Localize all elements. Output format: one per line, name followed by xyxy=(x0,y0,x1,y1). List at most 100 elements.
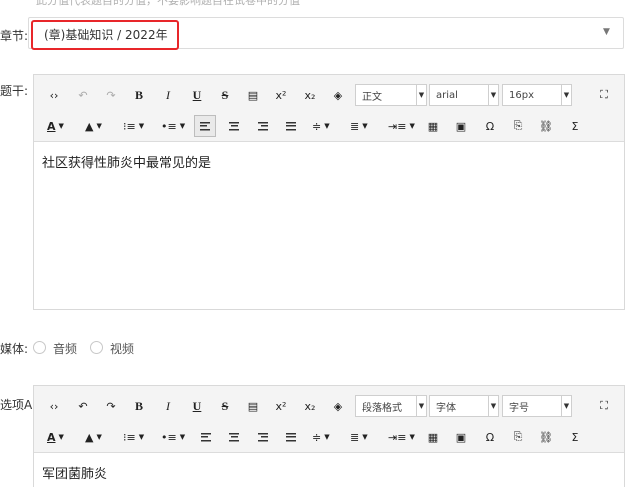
table-icon[interactable]: ▦ xyxy=(424,426,442,448)
special-chars-icon[interactable]: Ω xyxy=(481,426,499,448)
align-right-icon xyxy=(258,121,268,131)
image-icon[interactable]: ▣ xyxy=(452,115,470,137)
option-a-label: 选项A: xyxy=(0,398,37,412)
bold-icon[interactable]: B xyxy=(130,84,148,106)
eraser-icon[interactable]: ◈ xyxy=(329,84,347,106)
align-justify-icon xyxy=(286,121,296,131)
paragraph-spacing-icon: ≣ xyxy=(350,430,360,444)
superscript-icon[interactable]: x² xyxy=(272,84,290,106)
line-height-button[interactable]: ≑ ▼ xyxy=(310,115,332,137)
align-center-icon xyxy=(229,121,239,131)
redo-icon[interactable]: ↷ xyxy=(102,395,120,417)
strikethrough-icon[interactable]: S xyxy=(216,84,234,106)
ordered-list-icon: ⁝≡ xyxy=(123,430,136,444)
eraser-icon[interactable]: ◈ xyxy=(329,395,347,417)
underline-icon[interactable]: U xyxy=(188,395,206,417)
background-color-button[interactable]: ▲ ▼ xyxy=(83,115,104,137)
chevron-down-icon: ▼ xyxy=(416,396,426,416)
font-color-button[interactable]: A ▼ xyxy=(45,115,66,137)
align-left-button[interactable] xyxy=(194,115,216,137)
align-center-button[interactable] xyxy=(225,115,243,137)
radio-video[interactable] xyxy=(90,341,103,354)
underline-icon[interactable]: U xyxy=(188,84,206,106)
font-color-icon: A xyxy=(47,430,56,444)
source-code-icon[interactable]: ‹› xyxy=(45,395,63,417)
font-family-select[interactable]: 字体 ▼ xyxy=(429,395,499,417)
align-left-button[interactable] xyxy=(197,426,215,448)
strikethrough-icon[interactable]: S xyxy=(216,395,234,417)
paragraph-spacing-button[interactable]: ≣ ▼ xyxy=(348,115,370,137)
font-color-button[interactable]: A ▼ xyxy=(45,426,66,448)
link-icon[interactable]: ⛓ xyxy=(537,426,555,448)
align-justify-button[interactable] xyxy=(282,115,300,137)
font-size-select[interactable]: 16px ▼ xyxy=(502,84,572,106)
blockquote-icon[interactable]: ▤ xyxy=(244,395,262,417)
italic-icon[interactable]: I xyxy=(159,84,177,106)
ordered-list-button[interactable]: ⁝≡ ▼ xyxy=(121,426,146,448)
line-height-icon: ≑ xyxy=(312,119,322,133)
paste-icon[interactable]: ⎘ xyxy=(509,426,527,448)
chevron-down-icon: ▼ xyxy=(488,85,498,105)
radio-audio-label[interactable]: 音频 xyxy=(53,340,77,357)
paragraph-format-select[interactable]: 正文 ▼ xyxy=(355,84,427,106)
paragraph-format-select[interactable]: 段落格式 ▼ xyxy=(355,395,427,417)
blockquote-icon[interactable]: ▤ xyxy=(244,84,262,106)
bold-icon[interactable]: B xyxy=(130,395,148,417)
paragraph-spacing-button[interactable]: ≣ ▼ xyxy=(348,426,370,448)
redo-icon[interactable]: ↷ xyxy=(102,84,120,106)
align-right-button[interactable] xyxy=(254,115,272,137)
indent-icon: ⇥≡ xyxy=(388,119,407,133)
stem-content[interactable]: 社区获得性肺炎中最常见的是 xyxy=(34,142,624,181)
indent-icon: ⇥≡ xyxy=(388,430,407,444)
undo-icon[interactable]: ↶ xyxy=(74,84,92,106)
fullscreen-icon[interactable]: ⛶ xyxy=(595,84,613,106)
align-left-icon xyxy=(200,121,210,131)
font-family-select[interactable]: arial ▼ xyxy=(429,84,499,106)
font-size-value: 16px xyxy=(509,89,534,101)
option-a-editor: ‹› ↶ ↷ B I U S ▤ x² x₂ ◈ 段落格式 ▼ 字体 ▼ 字号 … xyxy=(33,385,625,487)
media-label: 媒体: xyxy=(0,342,29,356)
unordered-list-icon: •≡ xyxy=(161,430,177,444)
option-a-content[interactable]: 军团菌肺炎 xyxy=(34,453,624,487)
source-code-icon[interactable]: ‹› xyxy=(45,84,63,106)
ordered-list-button[interactable]: ⁝≡ ▼ xyxy=(121,115,146,137)
indent-button[interactable]: ⇥≡ ▼ xyxy=(386,115,417,137)
option-a-toolbar: ‹› ↶ ↷ B I U S ▤ x² x₂ ◈ 段落格式 ▼ 字体 ▼ 字号 … xyxy=(34,386,624,453)
formula-icon[interactable]: Σ xyxy=(566,115,584,137)
paste-icon[interactable]: ⎘ xyxy=(509,115,527,137)
font-size-select[interactable]: 字号 ▼ xyxy=(502,395,572,417)
chevron-down-icon[interactable]: ▼ xyxy=(603,27,610,37)
chapter-label: 章节: xyxy=(0,29,29,43)
formula-icon[interactable]: Σ xyxy=(566,426,584,448)
undo-icon[interactable]: ↶ xyxy=(74,395,92,417)
background-color-button[interactable]: ▲ ▼ xyxy=(83,426,104,448)
radio-audio[interactable] xyxy=(33,341,46,354)
align-center-button[interactable] xyxy=(225,426,243,448)
font-color-icon: A xyxy=(47,119,56,133)
align-right-button[interactable] xyxy=(254,426,272,448)
indent-button[interactable]: ⇥≡ ▼ xyxy=(386,426,417,448)
ordered-list-icon: ⁝≡ xyxy=(123,119,136,133)
superscript-icon[interactable]: x² xyxy=(272,395,290,417)
fullscreen-icon[interactable]: ⛶ xyxy=(595,395,613,417)
unordered-list-button[interactable]: •≡ ▼ xyxy=(159,115,187,137)
unordered-list-button[interactable]: •≡ ▼ xyxy=(159,426,187,448)
stem-editor: ‹› ↶ ↷ B I U S ▤ x² x₂ ◈ 正文 ▼ arial ▼ 16… xyxy=(33,74,625,310)
align-center-icon xyxy=(229,432,239,442)
image-icon[interactable]: ▣ xyxy=(452,426,470,448)
link-icon[interactable]: ⛓ xyxy=(537,115,555,137)
font-family-value: 字体 xyxy=(436,402,456,414)
background-color-icon: ▲ xyxy=(85,119,94,133)
stem-toolbar: ‹› ↶ ↷ B I U S ▤ x² x₂ ◈ 正文 ▼ arial ▼ 16… xyxy=(34,75,624,142)
font-size-value: 字号 xyxy=(509,402,529,414)
special-chars-icon[interactable]: Ω xyxy=(481,115,499,137)
chevron-down-icon: ▼ xyxy=(488,396,498,416)
subscript-icon[interactable]: x₂ xyxy=(301,395,319,417)
subscript-icon[interactable]: x₂ xyxy=(301,84,319,106)
align-justify-button[interactable] xyxy=(282,426,300,448)
table-icon[interactable]: ▦ xyxy=(424,115,442,137)
radio-video-label[interactable]: 视频 xyxy=(110,340,134,357)
unordered-list-icon: •≡ xyxy=(161,119,177,133)
italic-icon[interactable]: I xyxy=(159,395,177,417)
line-height-button[interactable]: ≑ ▼ xyxy=(310,426,332,448)
